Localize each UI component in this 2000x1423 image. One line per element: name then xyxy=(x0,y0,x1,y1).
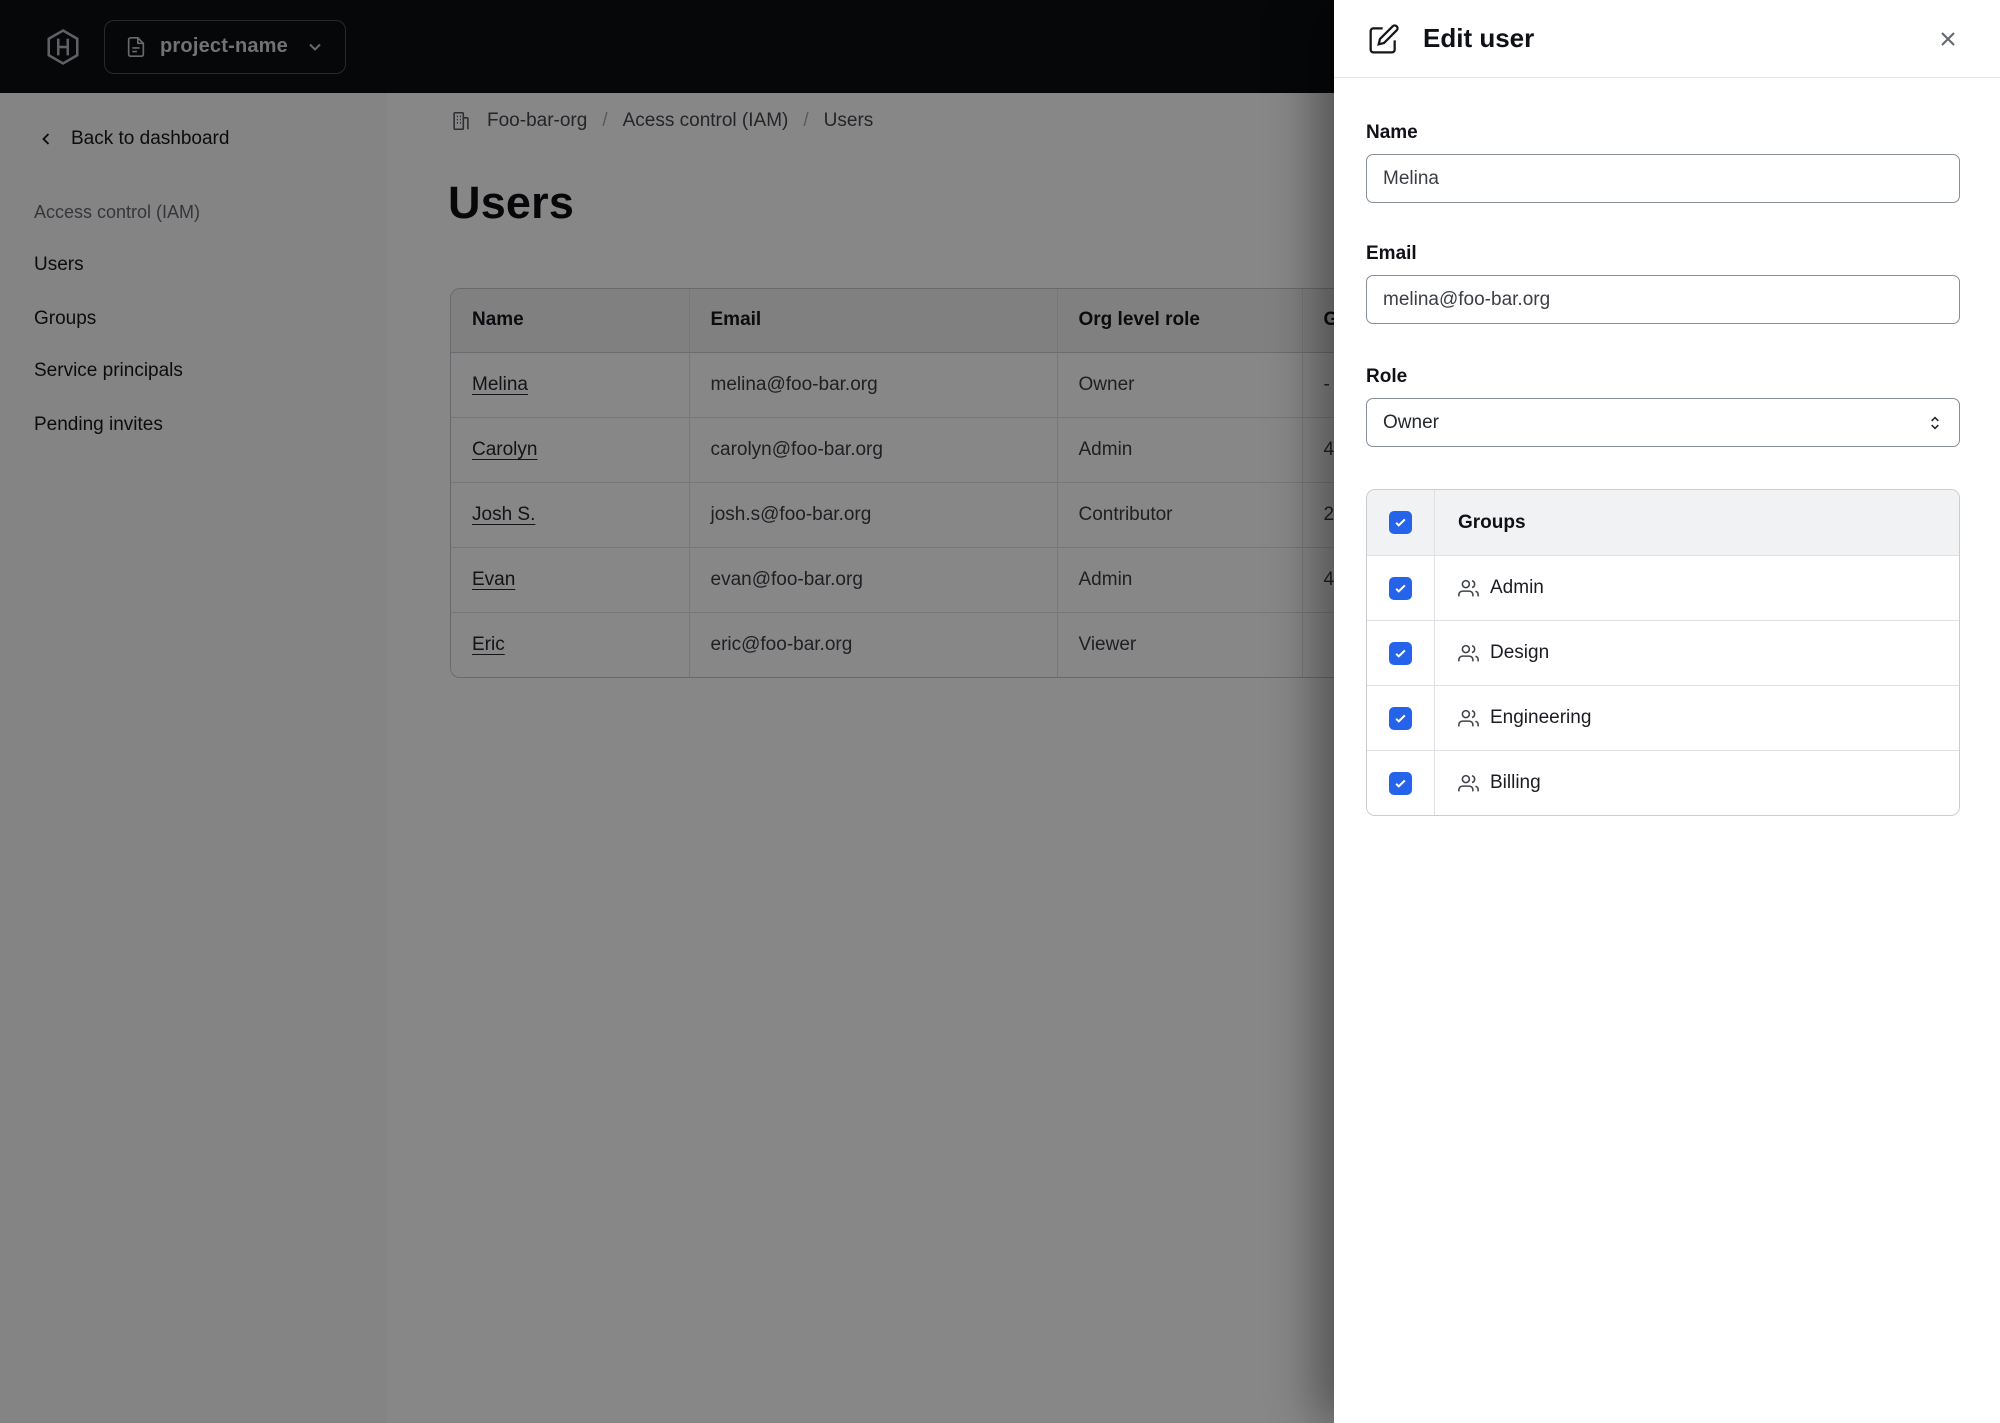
name-field[interactable] xyxy=(1366,154,1960,203)
group-row-billing: Billing xyxy=(1367,750,1959,815)
group-checkbox[interactable] xyxy=(1389,576,1412,600)
users-group-icon xyxy=(1458,578,1479,599)
group-checkbox[interactable] xyxy=(1389,706,1412,730)
close-icon xyxy=(1936,27,1960,51)
group-checkbox[interactable] xyxy=(1389,641,1412,665)
group-row-engineering: Engineering xyxy=(1367,685,1959,750)
drawer-body: Name Email Role Owner xyxy=(1334,78,2000,816)
group-label: Engineering xyxy=(1490,707,1592,728)
users-group-icon xyxy=(1458,708,1479,729)
select-caret-icon xyxy=(1925,413,1945,433)
group-row-admin: Admin xyxy=(1367,555,1959,620)
close-button[interactable] xyxy=(1932,23,1964,55)
role-select[interactable]: Owner xyxy=(1366,398,1960,447)
group-label: Design xyxy=(1490,642,1550,663)
group-label: Admin xyxy=(1490,577,1544,598)
group-label: Billing xyxy=(1490,772,1541,793)
name-field-label: Name xyxy=(1366,122,1418,143)
edit-user-drawer: Edit user Name Email Role Owner xyxy=(1334,0,2000,1423)
role-field-label: Role xyxy=(1366,366,1408,387)
groups-table: Groups Admin Design Engineering Billing xyxy=(1366,489,1960,816)
edit-icon xyxy=(1368,23,1400,55)
groups-table-header: Groups xyxy=(1367,490,1959,555)
users-group-icon xyxy=(1458,773,1479,794)
groups-header-label: Groups xyxy=(1458,511,1526,533)
drawer-title: Edit user xyxy=(1423,23,1535,53)
group-checkbox[interactable] xyxy=(1389,771,1412,795)
group-row-design: Design xyxy=(1367,620,1959,685)
users-group-icon xyxy=(1458,643,1479,664)
groups-select-all-cell xyxy=(1367,490,1435,555)
drawer-header: Edit user xyxy=(1334,0,2000,78)
role-selected-value: Owner xyxy=(1383,411,1439,433)
email-field[interactable] xyxy=(1366,275,1960,324)
email-field-label: Email xyxy=(1366,243,1417,264)
select-all-checkbox[interactable] xyxy=(1389,511,1412,534)
